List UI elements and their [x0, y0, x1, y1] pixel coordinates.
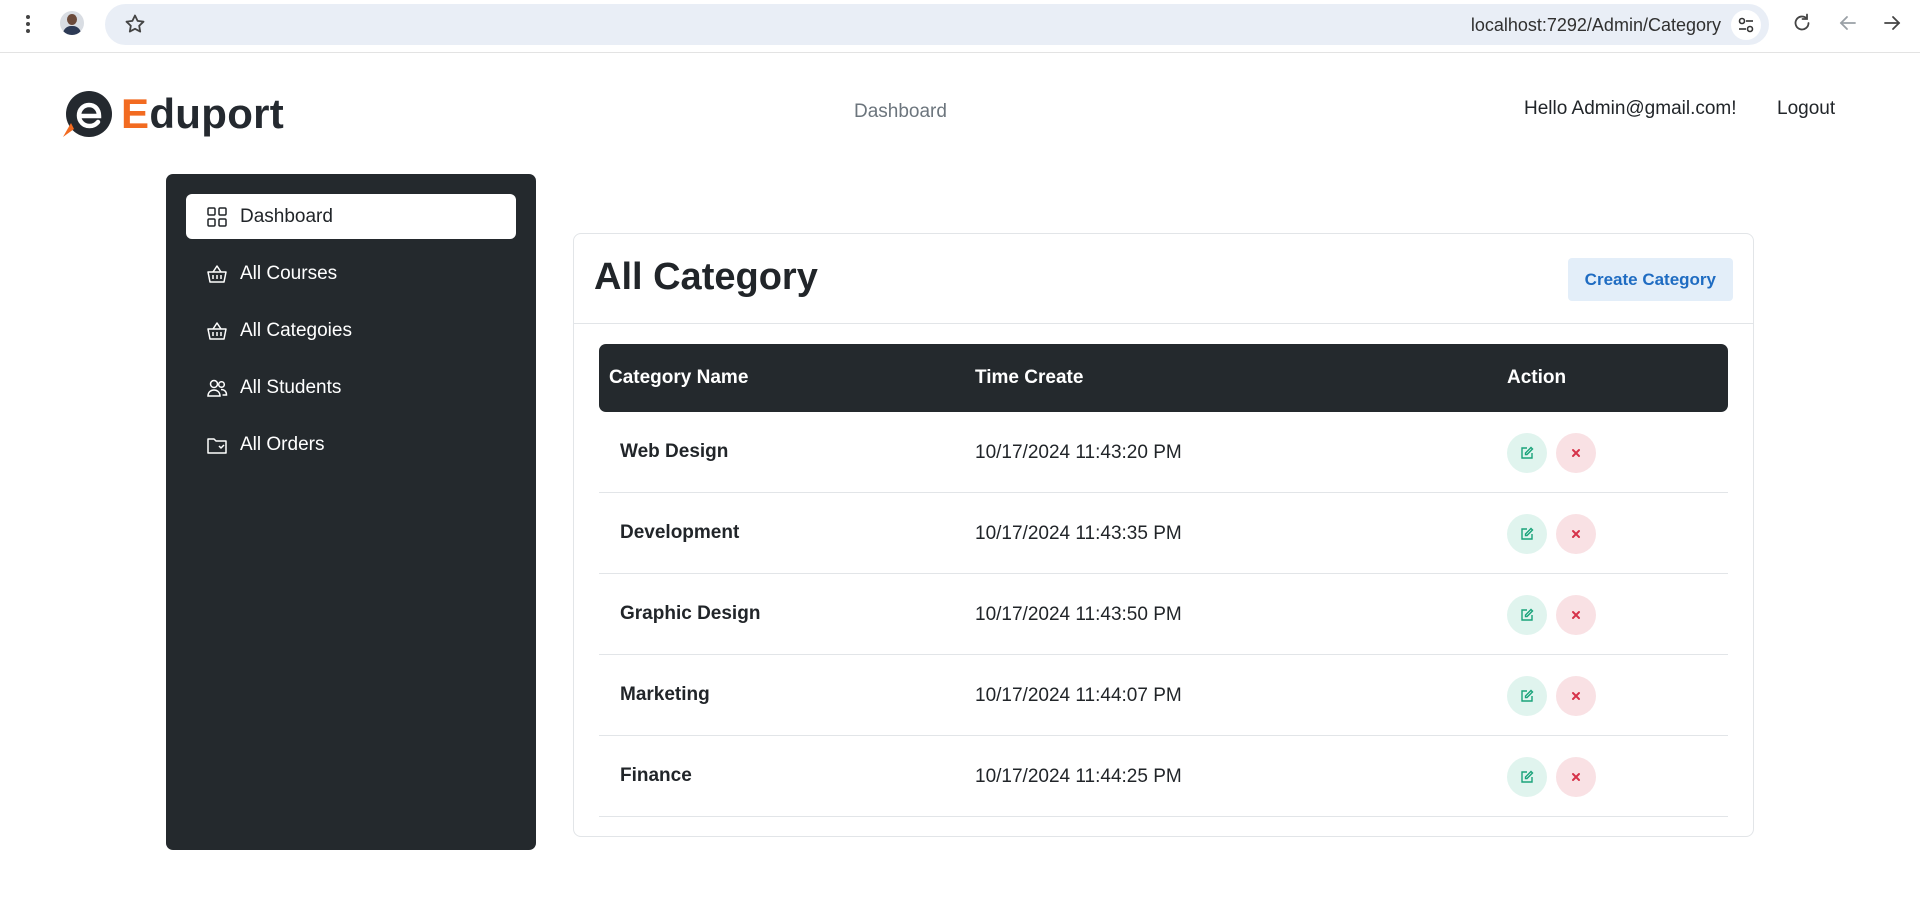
grid-icon: [207, 206, 227, 227]
create-category-button[interactable]: Create Category: [1567, 258, 1733, 301]
address-bar[interactable]: localhost:7292/Admin/Category: [105, 4, 1769, 45]
edit-button[interactable]: [1507, 757, 1547, 797]
sidebar-item-categories[interactable]: All Categoies: [186, 308, 516, 353]
people-icon: [207, 379, 228, 397]
edit-button[interactable]: [1507, 514, 1547, 554]
edit-button[interactable]: [1507, 676, 1547, 716]
folder-icon: [207, 437, 227, 454]
basket-icon: [207, 321, 227, 340]
back-icon[interactable]: [1836, 11, 1860, 35]
edit-icon: [1521, 608, 1534, 621]
star-icon[interactable]: [123, 12, 147, 36]
edit-icon: [1521, 446, 1534, 459]
close-icon: [1572, 530, 1580, 538]
column-header-time: Time Create: [975, 367, 1084, 388]
url-text[interactable]: localhost:7292/Admin/Category: [1471, 15, 1721, 36]
column-header-name: Category Name: [609, 367, 749, 388]
basket-icon: [207, 264, 227, 283]
sidebar-item-students[interactable]: All Students: [186, 365, 516, 410]
profile-avatar[interactable]: [60, 11, 84, 35]
close-icon: [1572, 449, 1580, 457]
category-name: Graphic Design: [620, 603, 761, 624]
category-name: Development: [620, 522, 740, 543]
sidebar-item-label: All Categoies: [240, 319, 352, 341]
reload-icon[interactable]: [1790, 11, 1814, 35]
card-header: All Category Create Category: [574, 234, 1753, 324]
delete-button[interactable]: [1556, 514, 1596, 554]
tune-icon[interactable]: [1731, 10, 1761, 40]
category-name: Marketing: [620, 684, 710, 705]
sidebar-item-label: All Courses: [240, 262, 338, 284]
sidebar-item-courses[interactable]: All Courses: [186, 251, 516, 296]
edit-button[interactable]: [1507, 433, 1547, 473]
edit-icon: [1521, 527, 1534, 540]
table-row: Development 10/17/2024 11:43:35 PM: [599, 493, 1728, 574]
close-icon: [1572, 773, 1580, 781]
logo-e-icon: [63, 91, 112, 137]
table-header: Category Name Time Create Action: [599, 344, 1728, 412]
sidebar-item-label: All Students: [240, 376, 342, 398]
delete-button[interactable]: [1556, 757, 1596, 797]
created-time: 10/17/2024 11:44:25 PM: [975, 766, 1182, 787]
close-icon: [1572, 692, 1580, 700]
menu-icon[interactable]: [18, 12, 38, 36]
sidebar-item-orders[interactable]: All Orders: [186, 422, 516, 467]
table-row: Web Design 10/17/2024 11:43:20 PM: [599, 412, 1728, 493]
logo-text: duport: [149, 90, 285, 137]
category-table: Category Name Time Create Action Web Des…: [599, 344, 1728, 817]
nav-dashboard-link[interactable]: Dashboard: [854, 101, 947, 123]
admin-sidebar: Dashboard All Courses All Categoies All …: [166, 174, 536, 850]
created-time: 10/17/2024 11:43:50 PM: [975, 604, 1182, 625]
logout-link[interactable]: Logout: [1777, 98, 1835, 120]
column-header-action: Action: [1507, 367, 1567, 388]
edit-button[interactable]: [1507, 595, 1547, 635]
created-time: 10/17/2024 11:44:07 PM: [975, 685, 1182, 706]
created-time: 10/17/2024 11:43:20 PM: [975, 442, 1182, 463]
category-name: Finance: [620, 765, 692, 786]
browser-toolbar: localhost:7292/Admin/Category: [0, 0, 1920, 53]
user-greeting[interactable]: Hello Admin@gmail.com!: [1524, 98, 1737, 120]
delete-button[interactable]: [1556, 433, 1596, 473]
category-name: Web Design: [620, 441, 729, 462]
page-title: All Category: [594, 256, 818, 298]
delete-button[interactable]: [1556, 676, 1596, 716]
table-row: Graphic Design 10/17/2024 11:43:50 PM: [599, 574, 1728, 655]
table-row: Finance 10/17/2024 11:44:25 PM: [599, 736, 1728, 817]
created-time: 10/17/2024 11:43:35 PM: [975, 523, 1182, 544]
site-logo[interactable]: Eduport: [61, 89, 284, 139]
edit-icon: [1521, 770, 1534, 783]
sidebar-item-label: All Orders: [240, 433, 325, 455]
edit-icon: [1521, 689, 1534, 702]
delete-button[interactable]: [1556, 595, 1596, 635]
table-row: Marketing 10/17/2024 11:44:07 PM: [599, 655, 1728, 736]
forward-icon[interactable]: [1880, 11, 1904, 35]
close-icon: [1572, 611, 1580, 619]
sidebar-item-label: Dashboard: [240, 205, 333, 227]
logo-letter: E: [121, 90, 150, 137]
category-card: All Category Create Category Category Na…: [573, 233, 1754, 837]
sidebar-item-dashboard[interactable]: Dashboard: [186, 194, 516, 239]
